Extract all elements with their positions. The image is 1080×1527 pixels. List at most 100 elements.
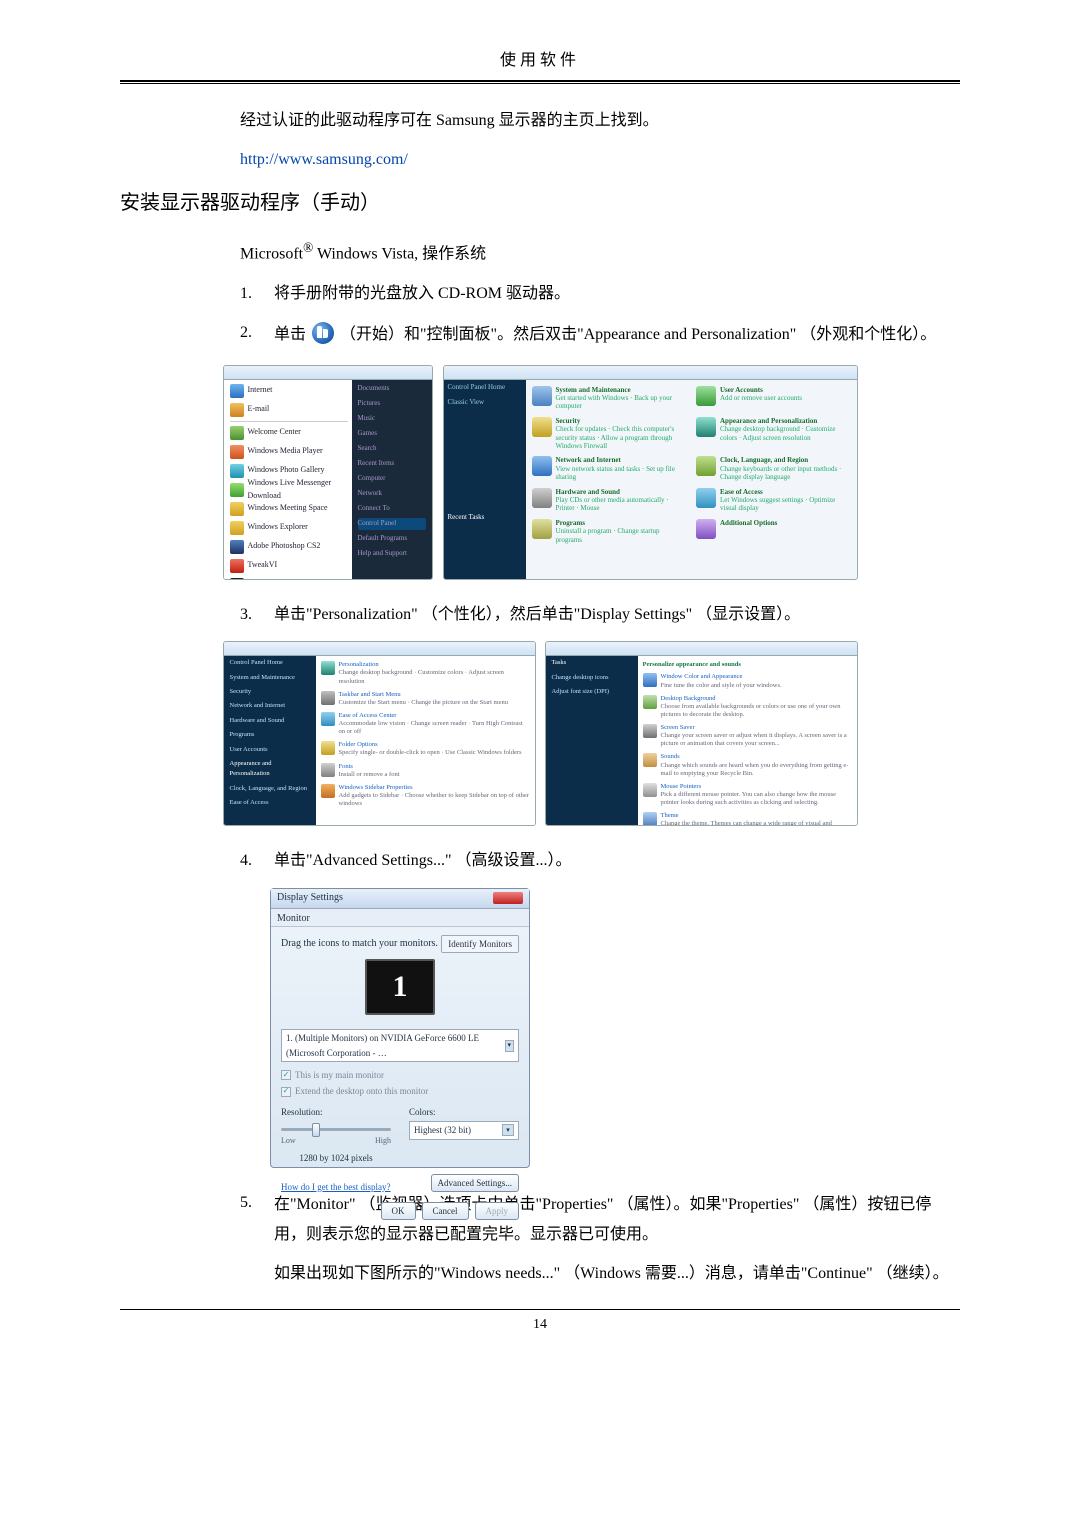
cp-sublink[interactable]: Get started with Windows · Back up your … [556,394,687,411]
ap-sublink[interactable]: Accommodate low vision · Change screen r… [339,720,523,735]
cp-sublink[interactable]: Add or remove user accounts [720,394,802,402]
start-item[interactable]: Adobe Photoshop CS2 [248,540,321,553]
pz-link[interactable]: Desktop Background [661,695,716,702]
identify-monitors-button[interactable]: Identify Monitors [441,935,519,953]
cp-link[interactable]: Programs [556,519,687,527]
ap-sublink[interactable]: Change desktop background · Customize co… [339,669,504,684]
tab-monitor[interactable]: Monitor [271,909,529,927]
start-item[interactable]: Command Prompt [248,578,307,579]
ap-sublink[interactable]: Add gadgets to Sidebar · Choose whether … [339,792,529,807]
pz-link[interactable]: Window Color and Appearance [661,673,743,680]
side-link[interactable]: System and Maintenance [224,671,316,685]
start-right-item[interactable]: Default Programs [358,533,426,545]
section-heading: 安装显示器驱动程序（手动） [120,187,960,219]
cp-link-appearance[interactable]: Appearance and Personalization [720,417,851,425]
start-right-item[interactable]: Connect To [358,503,426,515]
cp-sublink[interactable]: Change desktop background · Customize co… [720,425,851,442]
step-4-text: 单击"Advanced Settings..." （高级设置...）。 [274,848,960,874]
ap-link[interactable]: Folder Options [339,741,378,748]
chevron-down-icon[interactable]: ▾ [505,1040,514,1052]
side-link[interactable]: Adjust font size (DPI) [546,685,638,699]
pz-link[interactable]: Screen Saver [661,724,695,731]
side-link[interactable]: User Accounts [224,743,316,757]
side-link[interactable]: Hardware and Sound [224,714,316,728]
pz-link[interactable]: Mouse Pointers [661,783,702,790]
start-item[interactable]: TweakVI [248,559,278,572]
cp-sublink[interactable]: Let Windows suggest settings · Optimize … [720,496,851,513]
start-item[interactable]: Internet [248,384,273,397]
cp-sublink[interactable]: Check for updates · Check this computer'… [556,425,687,450]
monitor-select[interactable]: 1. (Multiple Monitors) on NVIDIA GeForce… [281,1029,519,1062]
start-item[interactable]: Windows Explorer [248,521,308,534]
ap-link-personalization[interactable]: Personalization [339,661,379,668]
cp-link[interactable]: Network and Internet [556,456,687,464]
start-right-item[interactable]: Help and Support [358,548,426,560]
side-link[interactable]: Programs [224,728,316,742]
cp-sublink[interactable]: View network status and tasks · Set up f… [556,465,687,482]
ap-link[interactable]: Ease of Access Center [339,712,397,719]
start-item[interactable]: Windows Live Messenger Download [248,477,348,503]
cp-sublink[interactable]: Play CDs or other media automatically · … [556,496,687,513]
ap-sublink[interactable]: Specify single- or double-click to open … [339,749,522,756]
start-right-item[interactable]: Search [358,443,426,455]
cancel-button[interactable]: Cancel [422,1202,469,1220]
cp-content: System and MaintenanceGet started with W… [526,380,857,579]
cp-link[interactable]: Ease of Access [720,488,851,496]
app-icon [230,540,244,554]
chevron-down-icon[interactable]: ▾ [502,1124,514,1136]
cp-nav-classic[interactable]: Classic View [444,395,526,410]
intro-url[interactable]: http://www.samsung.com/ [240,147,960,173]
ap-link[interactable]: Fonts [339,763,353,770]
start-right-item[interactable]: Recent Items [358,458,426,470]
cp-link[interactable]: User Accounts [720,386,802,394]
side-link[interactable]: Clock, Language, and Region [224,782,316,796]
advanced-settings-button[interactable]: Advanced Settings... [431,1174,520,1192]
start-item[interactable]: E-mail [248,403,270,416]
side-link[interactable]: Change desktop icons [546,671,638,685]
start-right-item[interactable]: Network [358,488,426,500]
document-page: 使用软件 经过认证的此驱动程序可在 Samsung 显示器的主页上找到。 htt… [0,0,1080,1527]
ok-button[interactable]: OK [381,1202,416,1220]
colors-select[interactable]: Highest (32 bit) ▾ [409,1121,519,1139]
side-link[interactable]: Ease of Access [224,796,316,810]
cp-nav-home[interactable]: Control Panel Home [444,380,526,395]
start-right-item[interactable]: Computer [358,473,426,485]
additional-icon [696,519,716,539]
cp-link[interactable]: System and Maintenance [556,386,687,394]
side-link[interactable]: Network and Internet [224,699,316,713]
side-link[interactable]: Control Panel Home [224,656,316,670]
os-pre: Microsoft [240,245,303,262]
side-link-current[interactable]: Appearance and Personalization [224,757,316,782]
cp-sublink[interactable]: Change keyboards or other input methods … [720,465,851,482]
ap-link[interactable]: Windows Sidebar Properties [339,784,413,791]
cp-link[interactable]: Additional Options [720,519,777,527]
cp-sidebar: Control Panel Home Classic View Recent T… [444,380,526,579]
pz-link[interactable]: Sounds [661,753,680,760]
start-right-item[interactable]: Documents [358,383,426,395]
start-right-item[interactable]: Pictures [358,398,426,410]
ap-sublink[interactable]: Install or remove a font [339,771,400,778]
cp-link[interactable]: Clock, Language, and Region [720,456,851,464]
start-right-control-panel[interactable]: Control Panel [358,518,426,530]
pz-link[interactable]: Theme [661,812,679,819]
start-menu-right: Documents Pictures Music Games Search Re… [352,380,432,579]
ap-link[interactable]: Taskbar and Start Menu [339,691,401,698]
side-link[interactable]: Security [224,685,316,699]
help-link[interactable]: How do I get the best display? [281,1180,390,1194]
start-item[interactable]: Windows Photo Gallery [248,464,325,477]
close-icon[interactable] [493,892,523,904]
resolution-slider[interactable]: Low High [281,1121,391,1137]
cp-link[interactable]: Security [556,417,687,425]
window-color-icon [643,673,657,687]
start-item[interactable]: Windows Meeting Space [248,502,328,515]
start-right-item[interactable]: Music [358,413,426,425]
start-right-item[interactable]: Games [358,428,426,440]
step-2-text: 单击 （开始）和"控制面板"。然后双击"Appearance and Perso… [274,320,960,350]
start-item[interactable]: Windows Media Player [248,445,323,458]
cp-sublink[interactable]: Uninstall a program · Change startup pro… [556,527,687,544]
appearance-window: Control Panel Home System and Maintenanc… [223,641,536,826]
cp-link[interactable]: Hardware and Sound [556,488,687,496]
monitor-preview-1[interactable]: 1 [365,959,435,1015]
start-item[interactable]: Welcome Center [248,426,301,439]
ap-sublink[interactable]: Customize the Start menu · Change the pi… [339,699,509,706]
